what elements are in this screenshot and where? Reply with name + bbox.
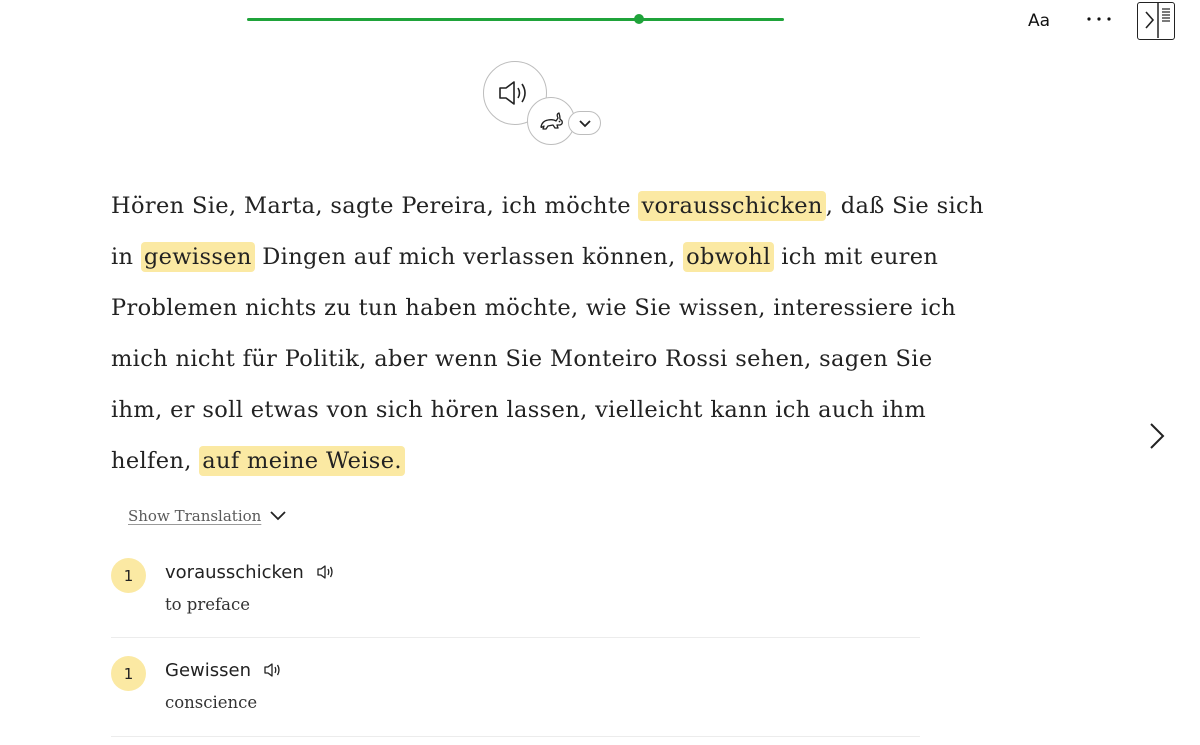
passage-text: mich nicht für Politik, aber wenn Sie Mo… — [111, 346, 933, 372]
table-of-contents-button[interactable] — [1137, 2, 1175, 40]
font-settings-button[interactable]: Aa — [1022, 8, 1056, 34]
passage-text: Problemen nichts zu tun haben möchte, wi… — [111, 295, 957, 321]
passage-text: ich mit euren — [773, 244, 939, 270]
progress-slider-handle[interactable] — [634, 14, 644, 24]
vocabulary-translation: to preface — [165, 595, 250, 614]
vocabulary-item[interactable]: 1 Gewissen conscience — [111, 653, 920, 737]
speaker-icon — [317, 565, 333, 579]
speaker-icon — [264, 663, 280, 677]
rabbit-icon — [540, 112, 563, 130]
reading-passage: Hören Sie, Marta, sagte Pereira, ich möc… — [111, 181, 983, 487]
chevron-down-icon — [578, 119, 591, 127]
show-translation-label: Show Translation — [128, 507, 262, 525]
word-audio-button[interactable] — [263, 662, 283, 682]
speaker-icon — [499, 81, 526, 105]
sidebar-panel-icon — [1145, 3, 1170, 38]
vocabulary-word: Gewissen — [165, 660, 251, 681]
occurrence-count-badge: 1 — [111, 656, 146, 691]
highlighted-word[interactable]: gewissen — [140, 242, 255, 272]
passage-text: Hören Sie, Marta, sagte Pereira, ich möc… — [111, 193, 639, 219]
passage-text: , daß Sie sich — [825, 193, 984, 219]
more-options-button[interactable] — [1082, 6, 1118, 32]
more-dots-icon — [1087, 17, 1111, 21]
highlighted-word[interactable]: auf meine Weise. — [199, 446, 405, 476]
passage-text: ihm, er soll etwas von sich hören lassen… — [111, 397, 927, 423]
passage-line: ihm, er soll etwas von sich hören lassen… — [111, 385, 926, 436]
vocabulary-word: vorausschicken — [165, 562, 304, 583]
passage-text: in — [111, 244, 141, 270]
passage-text: helfen, — [111, 448, 200, 474]
reading-progress-bar[interactable] — [247, 14, 784, 24]
word-audio-button[interactable] — [316, 564, 336, 584]
passage-text: Dingen auf mich verlassen können, — [254, 244, 684, 270]
highlighted-word[interactable]: vorausschicken — [638, 191, 826, 221]
passage-line: Hören Sie, Marta, sagte Pereira, ich möc… — [111, 181, 983, 232]
passage-line: mich nicht für Politik, aber wenn Sie Mo… — [111, 334, 932, 385]
speed-options-dropdown[interactable] — [568, 111, 601, 135]
chevron-right-icon — [1150, 423, 1165, 449]
show-translation-toggle[interactable]: Show Translation — [128, 507, 286, 525]
vocabulary-translation: conscience — [165, 693, 258, 712]
highlighted-word[interactable]: obwohl — [683, 242, 774, 272]
passage-line: Problemen nichts zu tun haben möchte, wi… — [111, 283, 956, 334]
vocabulary-item[interactable]: 1 vorausschicken to preface — [111, 555, 920, 638]
occurrence-count-badge: 1 — [111, 558, 146, 593]
passage-line: in gewissen Dingen auf mich verlassen kö… — [111, 232, 938, 283]
passage-line: helfen, auf meine Weise. — [111, 436, 926, 487]
chevron-down-icon — [270, 511, 286, 521]
next-page-button[interactable] — [1144, 420, 1170, 452]
